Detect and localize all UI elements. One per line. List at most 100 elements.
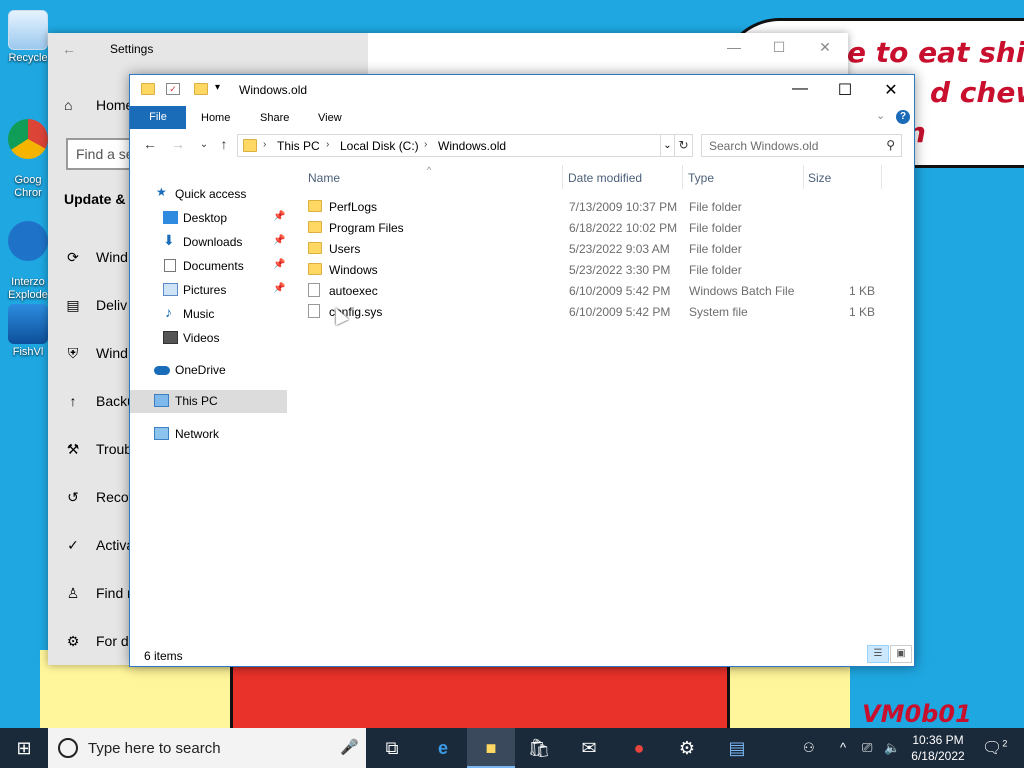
settings-gear-icon[interactable]: ⚙: [663, 728, 711, 768]
chrome-icon[interactable]: ●: [615, 728, 663, 768]
file-size: 1 KB: [849, 305, 876, 319]
fishvm-icon[interactable]: ▤: [713, 728, 761, 768]
task-view-icon[interactable]: ⧉: [368, 728, 416, 768]
settings-home[interactable]: ⌂ Home: [64, 97, 133, 113]
column-divider[interactable]: [881, 165, 882, 189]
desktop-icon-internet-explorer[interactable]: Interzo Explode: [4, 208, 52, 315]
nav-quick-access[interactable]: ★ Quick access: [130, 183, 287, 206]
recent-locations-icon[interactable]: ⌄: [194, 139, 214, 150]
tab-home[interactable]: Home: [201, 112, 230, 124]
customize-toolbar-icon[interactable]: ▾: [215, 82, 229, 94]
file-row[interactable]: Windows 5/23/2022 3:30 PM File folder: [300, 259, 910, 280]
activation-icon: ✓: [67, 537, 79, 553]
notification-center-icon[interactable]: 🗨2: [982, 738, 1007, 758]
file-row[interactable]: autoexec 6/10/2009 5:42 PM Windows Batch…: [300, 280, 910, 301]
folder-icon: [141, 83, 155, 95]
close-icon[interactable]: ✕: [815, 39, 835, 56]
notification-count: 2: [1002, 738, 1008, 749]
column-header-date[interactable]: Date modified: [568, 171, 642, 185]
new-folder-icon[interactable]: [194, 83, 208, 95]
breadcrumb-windows-old[interactable]: Windows.old: [438, 139, 506, 153]
nav-music[interactable]: ♪ Music: [130, 303, 287, 326]
nav-label: Downloads: [183, 235, 243, 249]
tab-view[interactable]: View: [318, 112, 342, 124]
folder-icon: [308, 263, 322, 275]
back-arrow-icon[interactable]: ←: [140, 136, 160, 152]
desktop-icon-fishvm[interactable]: FishVl: [4, 304, 52, 359]
nav-onedrive[interactable]: OneDrive: [130, 359, 287, 382]
column-header-name[interactable]: Name: [308, 171, 340, 185]
chevron-right-icon: ›: [326, 139, 330, 150]
up-arrow-icon[interactable]: ↑: [214, 136, 234, 152]
navigation-pane: ★ Quick access Desktop 📌 ⬇ Downloads 📌 D…: [130, 171, 295, 631]
tab-share[interactable]: Share: [260, 112, 289, 124]
edge-icon[interactable]: e: [419, 728, 467, 768]
nav-documents[interactable]: Documents 📌: [130, 255, 287, 278]
nav-this-pc[interactable]: This PC: [130, 390, 287, 413]
forward-arrow-icon[interactable]: →: [168, 136, 188, 152]
details-view-icon[interactable]: ☰: [867, 645, 889, 663]
file-row[interactable]: PerfLogs 7/13/2009 10:37 PM File folder: [300, 196, 910, 217]
search-placeholder: Search Windows.old: [709, 139, 819, 153]
file-name: PerfLogs: [329, 200, 378, 214]
column-header-size[interactable]: Size: [808, 171, 831, 185]
column-divider[interactable]: [562, 165, 563, 189]
network-status-icon[interactable]: ⎚: [862, 740, 872, 756]
pin-icon[interactable]: 📌: [273, 283, 285, 294]
refresh-icon[interactable]: ↻: [675, 134, 693, 157]
recycle-bin-icon: [8, 10, 48, 50]
settings-item-label: Deliv: [96, 297, 128, 313]
people-icon[interactable]: ⚇: [803, 740, 815, 756]
delivery-icon: ▤: [66, 297, 80, 313]
desktop-icon-chrome[interactable]: Goog Chror: [4, 106, 52, 213]
system-clock[interactable]: 10:36 PM 6/18/2022: [908, 732, 968, 764]
expand-ribbon-icon[interactable]: ⌄: [876, 109, 885, 122]
file-row[interactable]: Users 5/23/2022 9:03 AM File folder: [300, 238, 910, 259]
taskbar-search-box[interactable]: Type here to search 🎤: [48, 728, 366, 768]
back-arrow-icon[interactable]: ←: [62, 41, 76, 57]
nav-desktop[interactable]: Desktop 📌: [130, 207, 287, 230]
mail-icon[interactable]: ✉: [565, 728, 613, 768]
file-row[interactable]: Program Files 6/18/2022 10:02 PM File fo…: [300, 217, 910, 238]
windows-start-icon[interactable]: ⊞: [0, 728, 48, 768]
large-icons-view-icon[interactable]: ▣: [890, 645, 912, 663]
store-icon[interactable]: 🛍: [515, 728, 563, 768]
minimize-icon[interactable]: —: [724, 39, 744, 55]
desktop-icon-recycle-bin[interactable]: Recycle: [4, 10, 52, 65]
maximize-icon[interactable]: ☐: [830, 80, 860, 100]
pin-icon[interactable]: 📌: [273, 235, 285, 246]
file-row[interactable]: config.sys 6/10/2009 5:42 PM System file…: [300, 301, 910, 322]
show-hidden-icons-chevron-up-icon[interactable]: ^: [840, 740, 846, 755]
file-type: File folder: [689, 200, 742, 214]
settings-titlebar: ← Settings — ☐ ✕: [48, 33, 848, 65]
volume-icon[interactable]: 🔈: [884, 740, 900, 756]
column-header-type[interactable]: Type: [688, 171, 714, 185]
column-divider[interactable]: [803, 165, 804, 189]
settings-item-label: Wind: [96, 249, 128, 265]
pin-icon[interactable]: 📌: [273, 211, 285, 222]
maximize-icon[interactable]: ☐: [769, 39, 789, 56]
pin-icon[interactable]: 📌: [273, 259, 285, 270]
tab-file[interactable]: File: [130, 106, 186, 129]
nav-videos[interactable]: Videos: [130, 327, 287, 350]
desktop-icon: [163, 211, 178, 224]
nav-network[interactable]: Network: [130, 423, 287, 446]
column-divider[interactable]: [682, 165, 683, 189]
search-input[interactable]: Search Windows.old ⚲: [701, 134, 902, 157]
address-dropdown-icon[interactable]: ⌄: [661, 134, 675, 157]
file-type: File folder: [689, 221, 742, 235]
nav-pictures[interactable]: Pictures 📌: [130, 279, 287, 302]
address-bar[interactable]: › This PC › Local Disk (C:) › Windows.ol…: [237, 134, 661, 157]
nav-downloads[interactable]: ⬇ Downloads 📌: [130, 231, 287, 254]
minimize-icon[interactable]: —: [785, 80, 815, 98]
breadcrumb-this-pc[interactable]: This PC: [277, 139, 320, 153]
close-icon[interactable]: ✕: [876, 80, 906, 100]
microphone-icon[interactable]: 🎤: [340, 738, 359, 756]
file-explorer-icon[interactable]: ■: [467, 728, 515, 768]
help-icon[interactable]: ?: [896, 110, 910, 124]
film-icon: [163, 331, 178, 344]
folder-icon: [308, 200, 322, 212]
properties-icon[interactable]: ✓: [166, 83, 180, 95]
breadcrumb-local-disk[interactable]: Local Disk (C:): [340, 139, 419, 153]
network-icon: [154, 427, 169, 440]
